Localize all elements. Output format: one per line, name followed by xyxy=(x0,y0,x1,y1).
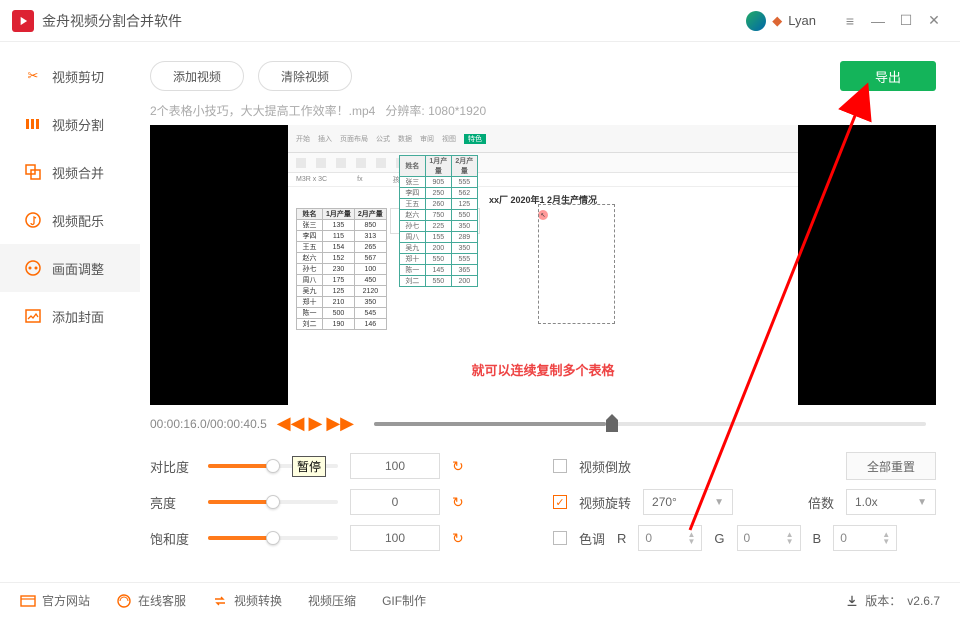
app-title: 金舟视频分割合并软件 xyxy=(42,11,182,31)
gem-icon: ◆ xyxy=(772,13,782,29)
scissors-icon: ✂ xyxy=(24,67,42,85)
sidebar-item-label: 视频剪切 xyxy=(52,67,104,86)
sidebar-item-music[interactable]: 视频配乐 xyxy=(0,196,140,244)
speed-select[interactable]: 1.0x▼ xyxy=(846,489,936,515)
time-display: 00:00:16.0/00:00:40.5 xyxy=(150,417,267,431)
b-input[interactable]: 0▲▼ xyxy=(833,525,897,551)
brightness-input[interactable] xyxy=(350,489,440,515)
sidebar-item-trim[interactable]: ✂ 视频剪切 xyxy=(0,52,140,100)
timeline-knob[interactable] xyxy=(606,414,618,435)
brightness-label: 亮度 xyxy=(150,493,196,512)
hue-label: 色调 xyxy=(579,529,605,548)
adjust-icon xyxy=(24,259,42,277)
reverse-checkbox[interactable] xyxy=(553,459,567,473)
contrast-label: 对比度 xyxy=(150,457,196,476)
r-label: R xyxy=(617,531,626,546)
playback-row: 00:00:16.0/00:00:40.5 ◀◀ ▶ ▶▶ xyxy=(140,405,946,442)
export-button[interactable]: 导出 xyxy=(840,61,936,91)
footer-support[interactable]: 在线客服 xyxy=(116,592,186,609)
file-res-label: 分辨率: xyxy=(385,104,424,118)
speed-label: 倍数 xyxy=(808,493,834,512)
sidebar-item-merge[interactable]: 视频合并 xyxy=(0,148,140,196)
footer-convert[interactable]: 视频转换 xyxy=(212,592,282,609)
sidebar-item-split[interactable]: 视频分割 xyxy=(0,100,140,148)
rotate-checkbox[interactable]: ✓ xyxy=(553,495,567,509)
maximize-button[interactable]: ☐ xyxy=(892,9,920,33)
menu-button[interactable]: ≡ xyxy=(836,9,864,33)
saturation-slider[interactable] xyxy=(208,536,338,540)
username[interactable]: Lyan xyxy=(788,13,816,28)
footer-website[interactable]: 官方网站 xyxy=(20,592,90,609)
sidebar-item-label: 画面调整 xyxy=(52,259,104,278)
prev-button[interactable]: ◀◀ xyxy=(277,413,305,434)
app-logo-icon xyxy=(12,10,34,32)
version[interactable]: 版本：v2.6.7 xyxy=(845,592,940,609)
sidebar-item-cover[interactable]: 添加封面 xyxy=(0,292,140,340)
saturation-input[interactable] xyxy=(350,525,440,551)
titlebar: 金舟视频分割合并软件 ◆ Lyan ≡ — ☐ ✕ xyxy=(0,0,960,42)
contrast-input[interactable] xyxy=(350,453,440,479)
sidebar-item-label: 视频分割 xyxy=(52,115,104,134)
reverse-label: 视频倒放 xyxy=(579,457,631,476)
file-name: 2个表格小技巧，大大提高工作效率！.mp4 xyxy=(150,104,375,118)
music-icon xyxy=(24,211,42,229)
file-res-value: 1080*1920 xyxy=(428,104,486,118)
timeline[interactable] xyxy=(374,422,926,426)
avatar[interactable] xyxy=(746,11,766,31)
file-info: 2个表格小技巧，大大提高工作效率！.mp4 分辨率: 1080*1920 xyxy=(140,100,946,125)
add-video-button[interactable]: 添加视频 xyxy=(150,61,244,91)
rotate-label: 视频旋转 xyxy=(579,493,631,512)
sidebar-item-label: 添加封面 xyxy=(52,307,104,326)
reset-all-button[interactable]: 全部重置 xyxy=(846,452,936,480)
toolbar: 添加视频 清除视频 导出 xyxy=(140,52,946,100)
r-input[interactable]: 0▲▼ xyxy=(638,525,702,551)
sidebar-item-label: 视频配乐 xyxy=(52,211,104,230)
merge-icon xyxy=(24,163,42,181)
b-label: B xyxy=(813,531,822,546)
saturation-reset-icon[interactable]: ↻ xyxy=(452,530,464,547)
hue-checkbox[interactable] xyxy=(553,531,567,545)
contrast-reset-icon[interactable]: ↻ xyxy=(452,458,464,475)
close-button[interactable]: ✕ xyxy=(920,9,948,33)
g-label: G xyxy=(714,531,724,546)
sidebar: ✂ 视频剪切 视频分割 视频合并 视频配乐 画面调整 添加封面 xyxy=(0,42,140,582)
split-icon xyxy=(24,115,42,133)
saturation-label: 饱和度 xyxy=(150,529,196,548)
footer-gif[interactable]: GIF制作 xyxy=(382,592,426,609)
minimize-button[interactable]: — xyxy=(864,9,892,33)
sidebar-item-label: 视频合并 xyxy=(52,163,104,182)
preview-frame: 开始插入页面布局公式数据审阅视图特色 M3R x 3Cfx孩名 xx厂 2020… xyxy=(288,125,798,405)
brightness-reset-icon[interactable]: ↻ xyxy=(452,494,464,511)
play-button[interactable]: ▶ xyxy=(308,413,322,434)
clear-video-button[interactable]: 清除视频 xyxy=(258,61,352,91)
footer-compress[interactable]: 视频压缩 xyxy=(308,592,356,609)
brightness-slider[interactable] xyxy=(208,500,338,504)
sidebar-item-adjust[interactable]: 画面调整 xyxy=(0,244,140,292)
g-input[interactable]: 0▲▼ xyxy=(737,525,801,551)
footer: 官方网站 在线客服 视频转换 视频压缩 GIF制作 版本：v2.6.7 xyxy=(0,582,960,618)
pause-tooltip: 暂停 xyxy=(292,456,326,477)
preview-caption: 就可以连续复制多个表格 xyxy=(296,360,790,379)
rotate-select[interactable]: 270°▼ xyxy=(643,489,733,515)
video-preview[interactable]: 开始插入页面布局公式数据审阅视图特色 M3R x 3Cfx孩名 xx厂 2020… xyxy=(150,125,936,405)
next-button[interactable]: ▶▶ xyxy=(326,413,354,434)
image-icon xyxy=(24,307,42,325)
